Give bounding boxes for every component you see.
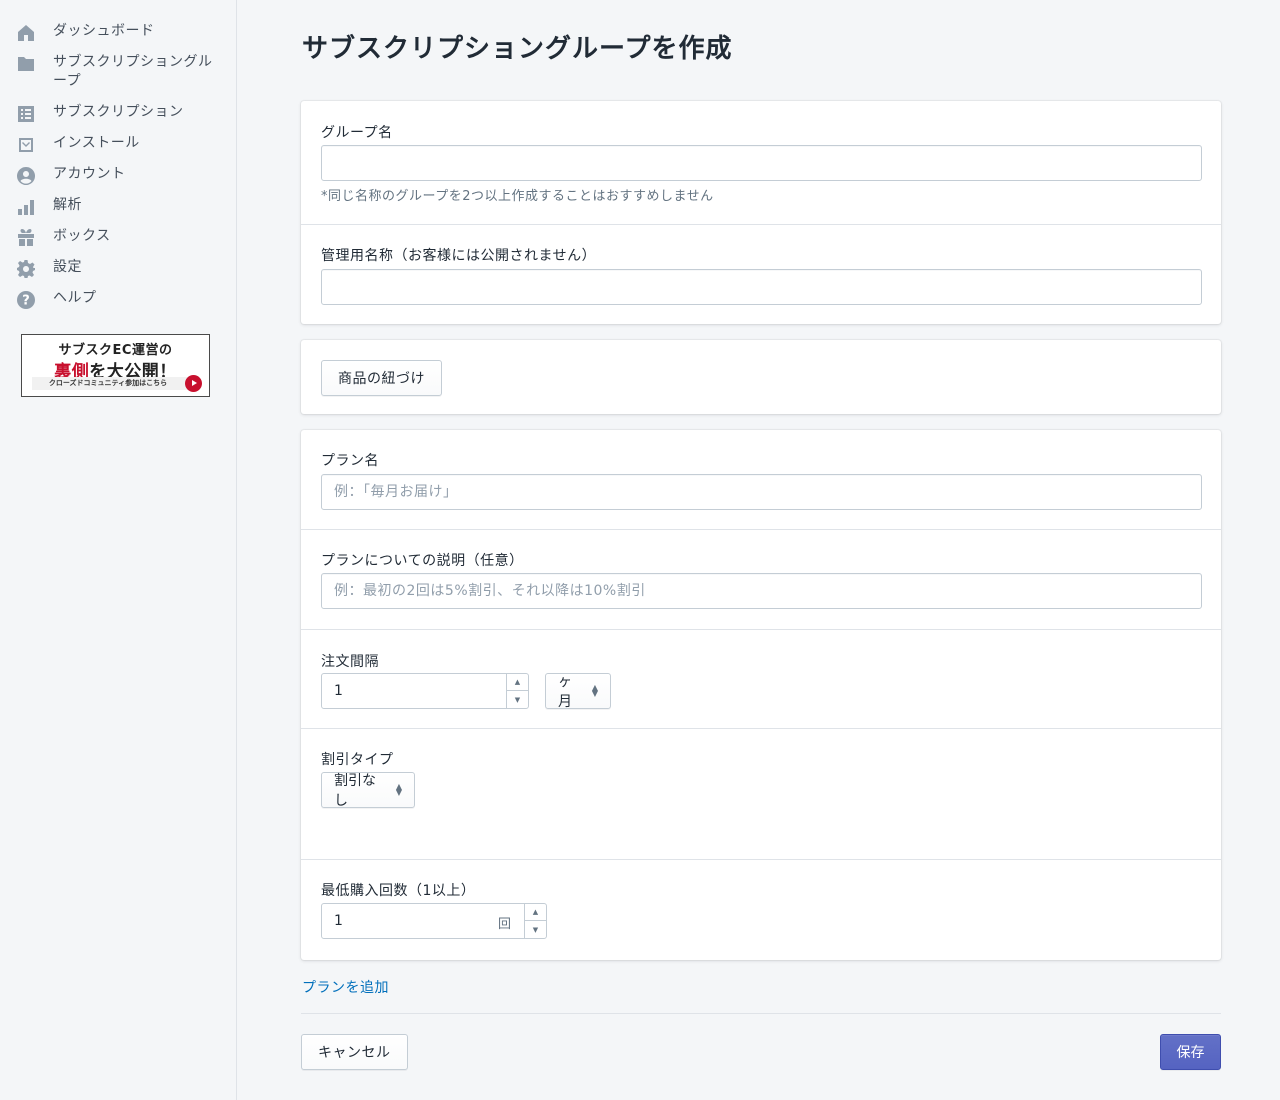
interval-decrement-button[interactable]: ▼ bbox=[507, 691, 528, 708]
save-button[interactable]: 保存 bbox=[1160, 1034, 1221, 1070]
plan-desc-input[interactable] bbox=[321, 573, 1202, 609]
banner-line3: クローズドコミュニティ参加はこちら bbox=[32, 377, 196, 390]
discount-type-select[interactable]: 割引なし ▲ ▼ bbox=[321, 772, 415, 809]
help-icon: ? bbox=[16, 290, 36, 310]
sidebar-item-label: ダッシュボード bbox=[53, 23, 155, 39]
sidebar-item-dashboard[interactable]: ダッシュボード bbox=[0, 18, 236, 49]
sidebar-item-label: ボックス bbox=[53, 228, 111, 244]
group-name-section: グループ名 *同じ名称のグループを2つ以上作成することはおすすめしません bbox=[301, 101, 1221, 225]
sidebar-nav: ダッシュボード サブスクリプショングループ サブスクリプション インストール ア… bbox=[0, 0, 236, 316]
plan-name-input[interactable] bbox=[321, 474, 1202, 510]
sidebar-item-label: 解析 bbox=[53, 197, 82, 213]
sidebar-item-install[interactable]: インストール bbox=[0, 130, 236, 161]
sidebar-item-label: インストール bbox=[53, 135, 140, 151]
group-card: グループ名 *同じ名称のグループを2つ以上作成することはおすすめしません 管理用… bbox=[301, 101, 1221, 324]
admin-name-label: 管理用名称（お客様には公開されません） bbox=[321, 248, 597, 264]
plan-desc-section: プランについての説明（任意） bbox=[301, 530, 1221, 630]
discount-section: 割引タイプ 割引なし ▲ ▼ bbox=[301, 729, 1221, 860]
sidebar-item-account[interactable]: アカウント bbox=[0, 161, 236, 192]
plan-name-label: プラン名 bbox=[321, 453, 379, 469]
bar-chart-icon bbox=[16, 197, 36, 217]
footer-divider bbox=[301, 1013, 1221, 1014]
page-title: サブスクリプショングループを作成 bbox=[302, 34, 733, 64]
sidebar-item-analytics[interactable]: 解析 bbox=[0, 192, 236, 223]
sidebar: ダッシュボード サブスクリプショングループ サブスクリプション インストール ア… bbox=[0, 0, 237, 1100]
gift-icon bbox=[16, 228, 36, 248]
svg-text:?: ? bbox=[22, 294, 30, 309]
main-content: サブスクリプショングループを作成 グループ名 *同じ名称のグループを2つ以上作成… bbox=[237, 0, 1280, 1100]
min-purchase-label: 最低購入回数（1以上） bbox=[321, 883, 476, 899]
install-icon bbox=[16, 135, 36, 155]
cancel-button[interactable]: キャンセル bbox=[301, 1034, 408, 1070]
interval-input[interactable] bbox=[322, 674, 502, 708]
sidebar-item-label: サブスクリプション bbox=[53, 104, 184, 120]
play-icon bbox=[185, 375, 202, 392]
min-purchase-stepper-buttons: ▲ ▼ bbox=[524, 904, 546, 938]
select-arrows-icon: ▲ ▼ bbox=[591, 683, 598, 698]
admin-name-input[interactable] bbox=[321, 269, 1202, 305]
interval-unit-select[interactable]: ヶ月 ▲ ▼ bbox=[545, 673, 611, 710]
min-purchase-decrement-button[interactable]: ▼ bbox=[525, 921, 546, 938]
group-name-label: グループ名 bbox=[321, 125, 393, 141]
sidebar-item-subscription-groups[interactable]: サブスクリプショングループ bbox=[0, 49, 236, 99]
group-name-help: *同じ名称のグループを2つ以上作成することはおすすめしません bbox=[321, 189, 714, 204]
plan-desc-label: プランについての説明（任意） bbox=[321, 553, 524, 569]
interval-label: 注文間隔 bbox=[321, 654, 379, 670]
discount-label: 割引タイプ bbox=[321, 752, 394, 768]
sidebar-item-subscriptions[interactable]: サブスクリプション bbox=[0, 99, 236, 130]
min-purchase-increment-button[interactable]: ▲ bbox=[525, 904, 546, 921]
banner-line1: サブスクEC運営の bbox=[58, 343, 173, 358]
community-banner[interactable]: サブスクEC運営の 裏側を大公開！ クローズドコミュニティ参加はこちら bbox=[21, 334, 210, 397]
min-purchase-stepper: 回 ▲ ▼ bbox=[321, 903, 547, 939]
interval-unit-value: ヶ月 bbox=[558, 674, 572, 710]
account-icon bbox=[16, 166, 36, 186]
min-purchase-section: 最低購入回数（1以上） 回 ▲ ▼ bbox=[301, 860, 1221, 960]
min-purchase-suffix: 回 bbox=[497, 917, 511, 932]
interval-stepper: ▲ ▼ bbox=[321, 673, 529, 709]
interval-section: 注文間隔 ▲ ▼ ヶ月 ▲▼ bbox=[301, 630, 1221, 729]
sidebar-item-help[interactable]: ? ヘルプ bbox=[0, 285, 236, 316]
sidebar-item-box[interactable]: ボックス bbox=[0, 223, 236, 254]
folder-icon bbox=[16, 54, 36, 74]
gear-icon bbox=[16, 259, 36, 279]
min-purchase-input[interactable] bbox=[322, 904, 502, 938]
group-name-input[interactable] bbox=[321, 145, 1202, 181]
home-icon bbox=[16, 23, 36, 43]
product-link-card: 商品の紐づけ bbox=[301, 340, 1221, 414]
sidebar-item-settings[interactable]: 設定 bbox=[0, 254, 236, 285]
admin-name-section: 管理用名称（お客様には公開されません） bbox=[301, 225, 1221, 324]
discount-type-value: 割引なし bbox=[334, 773, 376, 809]
add-plan-link[interactable]: プランを追加 bbox=[302, 977, 389, 997]
sidebar-item-label: 設定 bbox=[53, 259, 82, 275]
link-products-button[interactable]: 商品の紐づけ bbox=[321, 360, 442, 396]
sidebar-item-label: ヘルプ bbox=[53, 290, 97, 306]
sidebar-item-label: サブスクリプショングループ bbox=[53, 54, 213, 89]
plan-card: プラン名 プランについての説明（任意） 注文間隔 ▲ ▼ ヶ月 ▲▼ 割引タイプ bbox=[301, 430, 1221, 960]
sidebar-item-label: アカウント bbox=[53, 166, 126, 182]
plan-name-section: プラン名 bbox=[301, 430, 1221, 530]
interval-stepper-buttons: ▲ ▼ bbox=[506, 674, 528, 708]
list-icon bbox=[16, 104, 36, 124]
select-arrows-icon: ▲ ▼ bbox=[395, 782, 402, 797]
interval-increment-button[interactable]: ▲ bbox=[507, 674, 528, 691]
